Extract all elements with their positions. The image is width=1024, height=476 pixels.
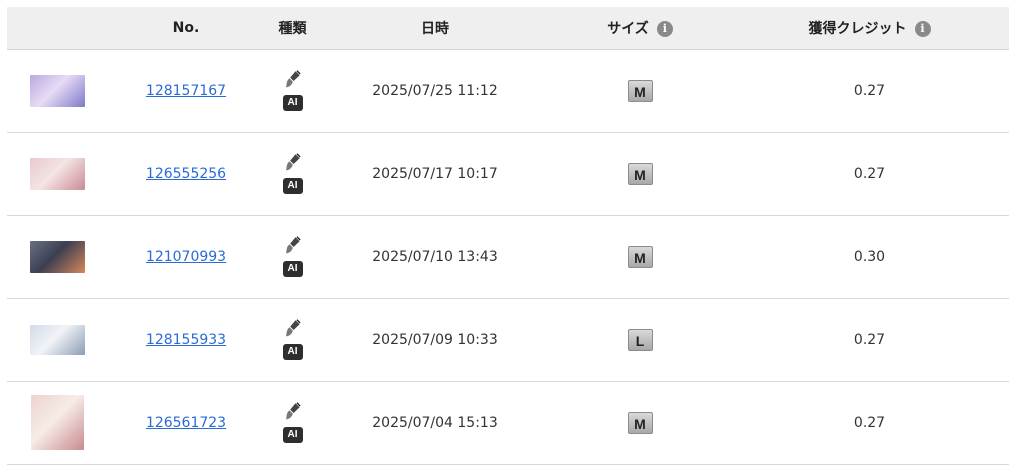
- size-cell: M: [550, 49, 730, 132]
- type-icons: AI: [282, 402, 303, 443]
- header-datetime: 日時: [320, 7, 550, 50]
- paintbrush-icon: [285, 236, 301, 254]
- type-cell: AI: [265, 298, 320, 381]
- table-row: 128155933 AI 2025/07/09 10:33 L 0.27: [7, 298, 1009, 381]
- paintbrush-icon: [285, 402, 301, 420]
- header-credit-label: 獲得クレジット: [808, 20, 907, 37]
- ai-badge: AI: [282, 427, 303, 443]
- asset-number-link[interactable]: 126555256: [146, 166, 226, 182]
- size-cell: M: [550, 215, 730, 298]
- credit-cell: 0.27: [853, 331, 886, 348]
- credit-cell: 0.27: [853, 165, 886, 182]
- type-icons: AI: [282, 153, 303, 194]
- credit-cell: 0.27: [853, 82, 886, 99]
- header-thumbnail: [7, 7, 107, 50]
- paintbrush-icon: [285, 153, 301, 171]
- table-body: 128157167 AI 2025/07/25 11:12 M 0.27 126…: [7, 49, 1009, 464]
- thumbnail-image[interactable]: [29, 74, 85, 107]
- paintbrush-icon: [285, 70, 301, 88]
- asset-number-link[interactable]: 128155933: [146, 332, 226, 348]
- type-cell: AI: [265, 49, 320, 132]
- header-credit: 獲得クレジット i: [730, 7, 1009, 50]
- thumbnail-cell: [7, 298, 107, 381]
- ai-badge: AI: [282, 95, 303, 111]
- type-icons: AI: [282, 236, 303, 277]
- size-badge: M: [627, 411, 653, 434]
- header-row: No. 種類 日時 サイズ i 獲得クレジット i: [7, 7, 1009, 50]
- header-no: No.: [107, 7, 265, 50]
- size-badge: L: [627, 328, 653, 351]
- header-size-label: サイズ: [607, 20, 649, 37]
- credit-cell: 0.27: [853, 414, 886, 431]
- ai-badge: AI: [282, 344, 303, 360]
- asset-number-link[interactable]: 126561723: [146, 415, 226, 431]
- sales-history-table: No. 種類 日時 サイズ i 獲得クレジット i 128157167 AI 2…: [7, 7, 1009, 465]
- asset-number-link[interactable]: 128157167: [146, 83, 226, 99]
- credit-cell: 0.30: [853, 248, 886, 265]
- table-header: No. 種類 日時 サイズ i 獲得クレジット i: [7, 7, 1009, 50]
- thumbnail-cell: [7, 132, 107, 215]
- datetime-cell: 2025/07/04 15:13: [372, 414, 498, 431]
- size-badge: M: [627, 79, 653, 102]
- size-cell: M: [550, 132, 730, 215]
- datetime-cell: 2025/07/25 11:12: [372, 82, 498, 99]
- type-cell: AI: [265, 132, 320, 215]
- thumbnail-image[interactable]: [29, 240, 85, 273]
- size-cell: M: [550, 381, 730, 464]
- thumbnail-cell: [7, 381, 107, 464]
- thumbnail-cell: [7, 49, 107, 132]
- credit-info-icon[interactable]: i: [914, 20, 931, 37]
- datetime-cell: 2025/07/17 10:17: [372, 165, 498, 182]
- header-type: 種類: [265, 7, 320, 50]
- type-cell: AI: [265, 215, 320, 298]
- type-cell: AI: [265, 381, 320, 464]
- number-cell: 121070993: [107, 215, 265, 298]
- thumbnail-image[interactable]: [29, 324, 85, 355]
- page: No. 種類 日時 サイズ i 獲得クレジット i 128157167 AI 2…: [0, 0, 1024, 476]
- header-size: サイズ i: [550, 7, 730, 50]
- ai-badge: AI: [282, 261, 303, 277]
- ai-badge: AI: [282, 178, 303, 194]
- size-info-icon[interactable]: i: [656, 20, 673, 37]
- paintbrush-icon: [285, 319, 301, 337]
- table-row: 128157167 AI 2025/07/25 11:12 M 0.27: [7, 49, 1009, 132]
- table-row: 126555256 AI 2025/07/17 10:17 M 0.27: [7, 132, 1009, 215]
- thumbnail-image[interactable]: [29, 157, 85, 190]
- type-icons: AI: [282, 70, 303, 111]
- number-cell: 128157167: [107, 49, 265, 132]
- type-icons: AI: [282, 319, 303, 360]
- size-badge: M: [627, 245, 653, 268]
- size-badge: M: [627, 162, 653, 185]
- datetime-cell: 2025/07/10 13:43: [372, 248, 498, 265]
- number-cell: 126561723: [107, 381, 265, 464]
- size-cell: L: [550, 298, 730, 381]
- datetime-cell: 2025/07/09 10:33: [372, 331, 498, 348]
- thumbnail-image[interactable]: [30, 395, 84, 450]
- number-cell: 126555256: [107, 132, 265, 215]
- table-row: 126561723 AI 2025/07/04 15:13 M 0.27: [7, 381, 1009, 464]
- thumbnail-cell: [7, 215, 107, 298]
- table-row: 121070993 AI 2025/07/10 13:43 M 0.30: [7, 215, 1009, 298]
- number-cell: 128155933: [107, 298, 265, 381]
- asset-number-link[interactable]: 121070993: [146, 249, 226, 265]
